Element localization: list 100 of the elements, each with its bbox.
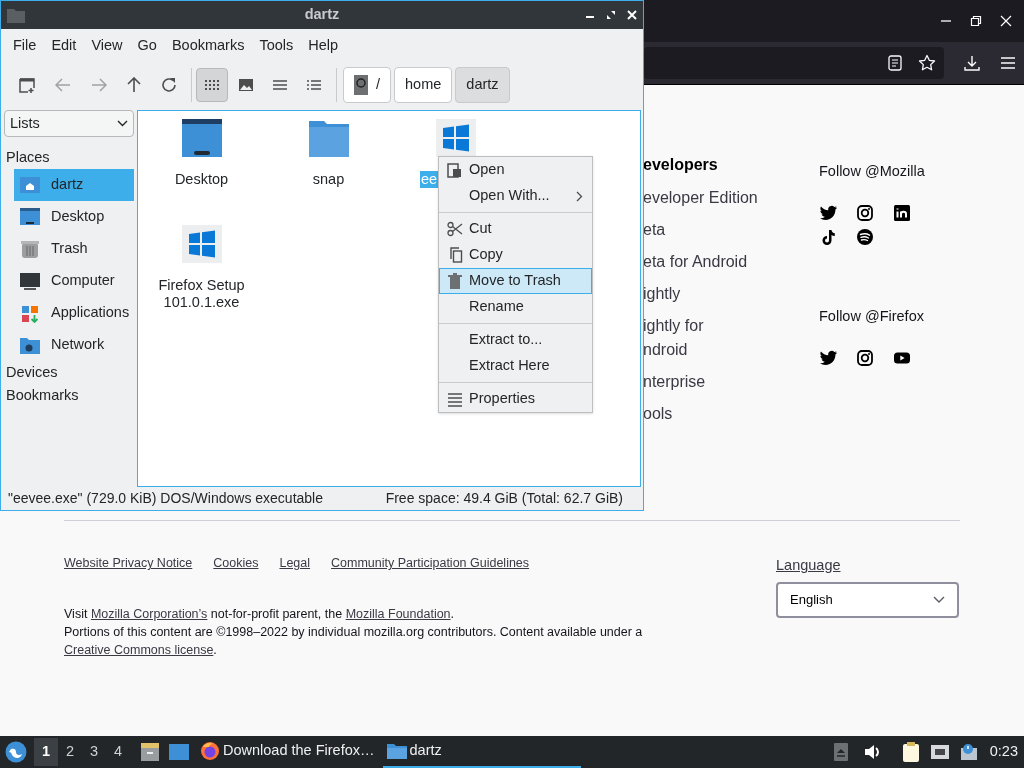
twitter-icon[interactable]	[819, 348, 837, 367]
home-icon	[19, 175, 41, 195]
sidebar-item[interactable]: Desktop	[14, 201, 134, 233]
sidebar-item[interactable]: Network	[14, 329, 134, 361]
volume-icon[interactable]	[863, 744, 882, 760]
desktop-icon[interactable]	[169, 743, 189, 761]
menu-item[interactable]: View	[84, 31, 130, 60]
sidebar-item[interactable]: Applications	[14, 297, 134, 329]
instagram-icon[interactable]	[856, 203, 874, 222]
workspace-button[interactable]: 2	[58, 738, 82, 766]
menu-item[interactable]: Go	[130, 31, 164, 60]
footer-link[interactable]: ightly	[643, 282, 819, 306]
footer-link[interactable]: ools	[643, 402, 819, 426]
menu-item[interactable]: Help	[301, 31, 346, 60]
menu-item[interactable]: Properties	[439, 386, 592, 412]
clock[interactable]: 0:23	[989, 741, 1018, 763]
file-label[interactable]: Firefox Setup 101.0.1.exe	[151, 277, 252, 311]
path-button[interactable]: home	[394, 67, 453, 103]
icons-view-icon	[204, 79, 220, 91]
sidebar-item[interactable]: Computer	[14, 265, 134, 297]
notice-link[interactable]: Mozilla Corporation’s	[90, 606, 208, 621]
footer-link[interactable]: Website Privacy Notice	[64, 554, 193, 573]
language-select[interactable]: English	[776, 581, 959, 618]
sidebar-item[interactable]: dartz	[14, 169, 134, 201]
reader-view-icon[interactable]	[888, 55, 902, 71]
file-label[interactable]: snap	[278, 171, 379, 188]
footer-link[interactable]: Community Participation Guidelines	[331, 554, 530, 573]
menu-icon[interactable]	[1001, 57, 1015, 69]
menu-item[interactable]: Copy	[439, 242, 592, 268]
footer-link[interactable]: eveloper Edition	[643, 186, 819, 210]
new-tab-icon[interactable]	[19, 77, 35, 93]
footer-link[interactable]: nterprise	[643, 370, 819, 394]
instagram-icon[interactable]	[856, 348, 874, 367]
menu-item[interactable]: Open	[439, 157, 592, 183]
address-bar[interactable]	[644, 47, 944, 79]
tiktok-icon[interactable]	[819, 227, 837, 246]
menu-item[interactable]: File	[6, 31, 44, 60]
notification-icon[interactable]	[959, 743, 978, 761]
taskbar-button[interactable]: Download the Firefox…	[196, 736, 383, 768]
menu-item[interactable]: Edit	[44, 31, 84, 60]
footer-link[interactable]: ightly for	[643, 314, 819, 338]
close-icon[interactable]	[1000, 15, 1012, 27]
footer-link[interactable]: Cookies	[213, 554, 259, 573]
language-label: Language	[776, 556, 842, 575]
copy-icon	[447, 247, 463, 263]
computer-icon	[19, 271, 41, 291]
folder-icon	[7, 7, 25, 23]
footer-link[interactable]: ndroid	[643, 338, 819, 362]
follow-heading: Follow @Firefox	[819, 306, 925, 326]
list-dropdown[interactable]: Lists	[4, 110, 134, 137]
thumbnails-view-icon	[238, 79, 254, 91]
file-label[interactable]: Desktop	[151, 171, 252, 188]
twitter-icon[interactable]	[819, 203, 837, 222]
taskbar-button[interactable]: dartz	[382, 736, 581, 768]
download-icon[interactable]	[964, 55, 980, 71]
workspace-button[interactable]: 1	[34, 738, 58, 766]
star-icon[interactable]	[918, 54, 936, 72]
file-cabinet-icon[interactable]	[140, 742, 160, 762]
icons-view-button[interactable]	[196, 68, 228, 102]
menu-item[interactable]: Tools	[252, 31, 301, 60]
reload-icon[interactable]	[161, 77, 177, 93]
menu-item[interactable]: Extract to...	[439, 327, 592, 353]
workspace-button[interactable]: 3	[82, 738, 106, 766]
close-icon[interactable]	[627, 10, 637, 20]
menu-item[interactable]: Open With...	[439, 183, 592, 209]
drive-icon	[354, 75, 368, 95]
free-space-text: Free space: 49.4 GiB (Total: 62.7 GiB)	[385, 489, 623, 508]
menu-item[interactable]: Bookmarks	[164, 31, 252, 60]
start-menu-icon[interactable]	[5, 741, 27, 763]
menu-item[interactable]: Move to Trash	[439, 268, 592, 294]
clipboard-icon[interactable]	[901, 741, 920, 763]
menu-item[interactable]: Extract Here	[439, 353, 592, 379]
restore-icon[interactable]	[970, 15, 982, 27]
exe-file-icon[interactable]	[181, 225, 222, 263]
up-icon[interactable]	[127, 77, 141, 93]
trash-icon	[19, 239, 41, 259]
dropdown-value: Lists	[10, 113, 40, 133]
desktop-file-icon[interactable]	[181, 119, 222, 157]
compact-view-icon	[272, 79, 288, 91]
status-text: "eevee.exe" (729.0 KiB) DOS/Windows executable	[8, 489, 323, 508]
maximize-icon[interactable]	[606, 10, 616, 20]
menu-item[interactable]: Cut	[439, 216, 592, 242]
spotify-icon[interactable]	[856, 227, 874, 246]
footer-link[interactable]: eta for Android	[643, 250, 819, 274]
path-button[interactable]: /	[343, 67, 392, 103]
menu-item[interactable]: Rename	[439, 294, 592, 320]
exe-file-icon[interactable]	[435, 119, 476, 157]
properties-icon	[447, 391, 463, 407]
follow-heading: Follow @Mozilla	[819, 162, 925, 181]
tray-expand-icon[interactable]	[833, 743, 848, 761]
path-button[interactable]: dartz	[455, 67, 510, 103]
folder-file-icon[interactable]	[308, 119, 349, 157]
firefox-icon	[200, 741, 220, 761]
notice-link[interactable]: Mozilla Foundation	[345, 606, 451, 621]
footer-link[interactable]: eta	[643, 218, 819, 242]
footer-link[interactable]: Legal	[279, 554, 311, 573]
workspace-button[interactable]: 4	[106, 738, 130, 766]
linkedin-icon[interactable]	[893, 203, 911, 222]
network-icon[interactable]	[929, 743, 950, 761]
sidebar-item[interactable]: Trash	[14, 233, 134, 265]
